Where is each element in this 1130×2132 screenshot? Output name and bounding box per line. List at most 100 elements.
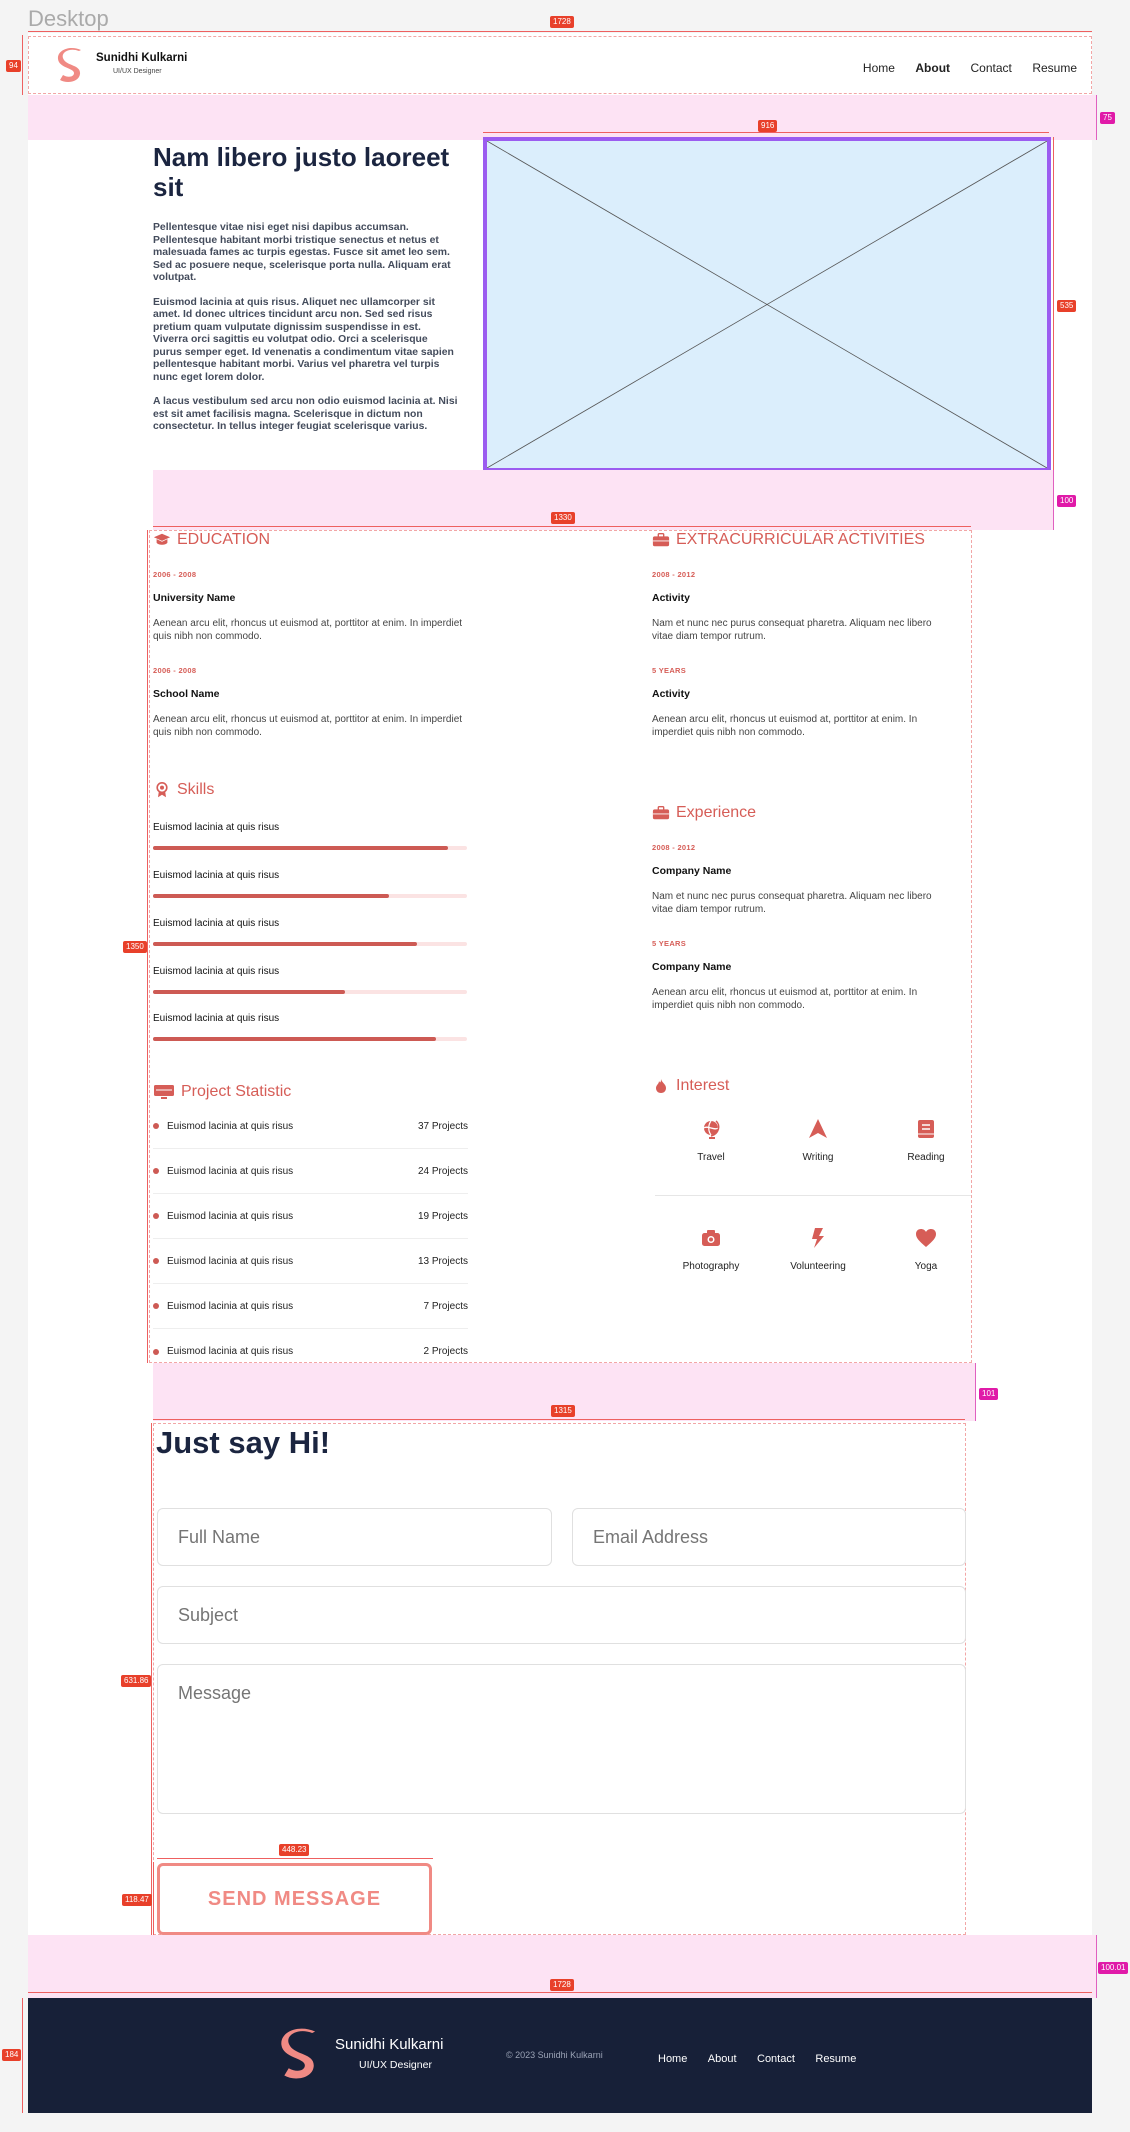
image-height-badge: 535: [1057, 300, 1077, 312]
education-years-2: 2006 - 2008: [153, 666, 197, 675]
footer-nav: Home About Contact Resume: [658, 2049, 872, 2067]
project-count: 7 Projects: [423, 1300, 468, 1312]
briefcase-icon: [652, 533, 670, 547]
award-icon: [156, 782, 168, 798]
spacer-75: [28, 95, 1096, 140]
project-label: Euismod lacinia at quis risus: [167, 1165, 294, 1177]
footer-height-badge: 184: [2, 2049, 22, 2061]
interest-divider: [655, 1195, 971, 1196]
footer-nav-contact[interactable]: Contact: [757, 2053, 795, 2065]
interest-yoga[interactable]: Yoga: [881, 1227, 971, 1272]
spacer-101-badge: 101: [979, 1388, 999, 1400]
extracurricular-item-2: 5 YEARS Activity Aenean arcu elit, rhonc…: [652, 666, 932, 739]
button-height-badge: 118.47: [122, 1894, 152, 1906]
header-nav: Home About Contact Resume: [847, 59, 1077, 77]
footer-nav-resume[interactable]: Resume: [815, 2053, 856, 2065]
skill-progress-bar: [153, 990, 467, 994]
image-placeholder[interactable]: [483, 137, 1051, 472]
subject-input[interactable]: [157, 1586, 966, 1644]
education-years-1: 2006 - 2008: [153, 570, 197, 579]
skill-progress-fill: [153, 990, 345, 994]
skill-progress-fill: [153, 942, 417, 946]
bullet-dot-icon: [153, 1123, 159, 1129]
footer-copyright: © 2023 Sunidhi Kulkarni: [506, 2050, 603, 2060]
logo-icon[interactable]: [55, 47, 85, 85]
intro-paragraph-2: Euismod lacinia at quis risus. Aliquet n…: [153, 296, 454, 383]
nav-about[interactable]: About: [915, 61, 950, 75]
footer-role: UI/UX Designer: [359, 2059, 432, 2071]
interest-photography[interactable]: Photography: [666, 1227, 756, 1272]
skill-item: Euismod lacinia at quis risus: [153, 870, 467, 898]
intro-title: Nam libero justo laoreet sit: [153, 142, 450, 202]
interest-travel[interactable]: Travel: [666, 1118, 756, 1163]
contact-title: Just say Hi!: [156, 1425, 331, 1460]
project-row: Euismod lacinia at quis risus 13 Projects: [153, 1239, 468, 1284]
experience-title-text: Experience: [676, 804, 757, 821]
nav-home[interactable]: Home: [863, 61, 895, 75]
bullet-dot-icon: [153, 1168, 159, 1174]
fire-icon: [656, 1079, 666, 1093]
full-name-input[interactable]: [157, 1508, 552, 1566]
site-header: Sunidhi Kulkarni UI/UX Designer Home Abo…: [28, 36, 1092, 94]
interest-reading[interactable]: Reading: [881, 1118, 971, 1163]
interest-travel-label: Travel: [697, 1152, 725, 1163]
project-row: Euismod lacinia at quis risus 37 Projects: [153, 1104, 468, 1149]
project-label: Euismod lacinia at quis risus: [167, 1346, 294, 1357]
skill-label: Euismod lacinia at quis risus: [153, 870, 280, 881]
pen-nib-icon: [809, 1119, 827, 1138]
interest-title-text: Interest: [676, 1077, 730, 1094]
project-count: 19 Projects: [417, 1210, 468, 1222]
experience-title: Experience: [652, 804, 756, 822]
extracurricular-name-1: Activity: [652, 592, 690, 604]
skill-item: Euismod lacinia at quis risus: [153, 822, 467, 850]
education-desc-2: Aenean arcu elit, rhoncus ut euismod at,…: [153, 714, 463, 738]
message-textarea[interactable]: [157, 1664, 966, 1814]
footer-nav-about[interactable]: About: [708, 2053, 737, 2065]
project-label: Euismod lacinia at quis risus: [167, 1120, 294, 1132]
email-input[interactable]: [572, 1508, 966, 1566]
extracurricular-title-text: EXTRACURRICULAR ACTIVITIES: [676, 531, 925, 548]
skill-progress-bar: [153, 1037, 467, 1041]
project-label: Euismod lacinia at quis risus: [167, 1210, 294, 1222]
monitor-icon: [154, 1085, 174, 1099]
nav-contact[interactable]: Contact: [971, 61, 1012, 75]
spacer-bottom-badge: 100.01: [1098, 1962, 1129, 1974]
bullet-dot-icon: [153, 1348, 159, 1355]
extracurricular-years-2: 5 YEARS: [652, 666, 687, 675]
spacer-badge: 75: [1100, 112, 1115, 124]
skill-progress-bar: [153, 846, 467, 850]
briefcase-icon: [652, 806, 670, 820]
interest-writing[interactable]: Writing: [773, 1118, 863, 1163]
education-item-1: 2006 - 2008 University Name Aenean arcu …: [153, 570, 463, 643]
interest-writing-label: Writing: [802, 1152, 834, 1163]
skill-progress-bar: [153, 942, 467, 946]
contact-height-badge: 631.86: [121, 1675, 152, 1687]
project-statistic-title: Project Statistic: [153, 1083, 291, 1101]
extracurricular-desc-2: Aenean arcu elit, rhoncus ut euismod at,…: [652, 714, 918, 738]
project-count: 13 Projects: [417, 1255, 468, 1267]
project-row: Euismod lacinia at quis risus 24 Projects: [153, 1149, 468, 1194]
spacer-100: [153, 470, 1053, 530]
nav-resume[interactable]: Resume: [1032, 61, 1077, 75]
extracurricular-title: EXTRACURRICULAR ACTIVITIES: [652, 531, 925, 549]
footer-logo-icon[interactable]: [277, 2026, 321, 2084]
interest-volunteering[interactable]: Volunteering: [773, 1227, 863, 1272]
skill-progress-fill: [153, 846, 449, 850]
intro-text: Nam libero justo laoreet sit Pellentesqu…: [153, 142, 458, 446]
placeholder-cross-icon: [487, 141, 1047, 468]
resume-height-badge: 1350: [123, 941, 147, 953]
skill-item: Euismod lacinia at quis risus: [153, 1013, 467, 1041]
extracurricular-desc-1: Nam et nunc nec purus consequat pharetra…: [652, 618, 932, 642]
experience-name-2: Company Name: [652, 961, 732, 973]
footer-nav-home[interactable]: Home: [658, 2053, 687, 2065]
experience-years-1: 2008 - 2012: [652, 843, 696, 852]
experience-name-1: Company Name: [652, 865, 732, 877]
send-message-button[interactable]: SEND MESSAGE: [157, 1863, 432, 1935]
skill-label: Euismod lacinia at quis risus: [153, 822, 280, 833]
site-footer: Sunidhi Kulkarni UI/UX Designer © 2023 S…: [28, 1998, 1092, 2113]
header-role: UI/UX Designer: [113, 68, 162, 75]
globe-icon: [703, 1120, 720, 1139]
header-name: Sunidhi Kulkarni: [96, 52, 188, 64]
interest-title: Interest: [652, 1077, 729, 1095]
heart-icon: [916, 1229, 936, 1247]
